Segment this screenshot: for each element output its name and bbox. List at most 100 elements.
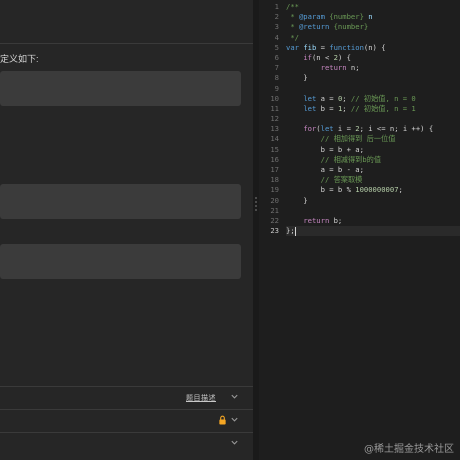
code-token: ; [342, 93, 351, 103]
code-line[interactable]: var fib = function(n) { [286, 43, 460, 53]
code-area[interactable]: /** * @param {number} n * @return {numbe… [286, 2, 460, 237]
code-line[interactable]: return b; [286, 216, 460, 226]
example-code-block [0, 184, 241, 219]
code-line[interactable]: b = b + a; [286, 145, 460, 155]
code-token: * [286, 12, 299, 22]
code-token: a = b - a; [286, 165, 364, 174]
code-token: b = b + a; [286, 144, 364, 154]
code-token: // 相加得到 后一位值 [320, 134, 396, 144]
chevron-down-icon[interactable] [230, 392, 239, 401]
code-token: }; [286, 226, 295, 236]
line-number: 20 [270, 195, 279, 205]
code-token: 1000000007 [355, 185, 399, 195]
code-token: var [286, 42, 299, 52]
line-number: 4 [274, 32, 279, 42]
line-number: 18 [270, 175, 279, 185]
line-number: 7 [274, 63, 279, 73]
code-editor[interactable]: 1 2 3 4 5 6 7 8 9 10 11 12 13 14 15 16 17 18 19 20 21 22 23 /*… [259, 0, 460, 460]
line-number: 9 [274, 83, 279, 93]
code-token: n; [346, 63, 360, 73]
code-token: ; [398, 185, 403, 195]
code-token: } [286, 195, 308, 205]
code-line[interactable]: let a = 0; // 初始值, n = 0 [286, 94, 460, 104]
line-number: 8 [274, 73, 279, 83]
code-token: (n) { [363, 42, 386, 52]
code-token: ; [342, 103, 351, 113]
code-token: // 初始值, n = 0 [350, 93, 416, 103]
code-token: @return [298, 22, 330, 32]
code-line[interactable]: * @return {number} [286, 22, 460, 32]
code-line[interactable]: a = b - a; [286, 165, 460, 175]
code-token: if [303, 52, 312, 62]
line-number: 13 [270, 124, 279, 134]
code-token: // 答案取模 [320, 175, 363, 185]
code-token: ; i <= n; i ++) { [359, 124, 434, 134]
drag-handle-icon[interactable] [254, 195, 258, 217]
chevron-down-icon[interactable] [230, 438, 239, 447]
code-token: @param [298, 12, 325, 22]
code-token: return [320, 63, 347, 73]
code-line[interactable] [286, 206, 460, 216]
code-line[interactable]: } [286, 196, 460, 206]
line-number: 15 [270, 144, 279, 154]
code-line[interactable]: } [286, 73, 460, 83]
code-token: * [286, 22, 299, 32]
line-number: 14 [270, 134, 279, 144]
code-token: // 初始值, n = 1 [350, 103, 416, 113]
line-number: 21 [270, 205, 279, 215]
code-token: {number} [329, 22, 369, 32]
lock-icon [219, 415, 226, 425]
code-line[interactable]: // 相加得到 后一位值 [286, 134, 460, 144]
code-line[interactable]: let b = 1; // 初始值, n = 1 [286, 104, 460, 114]
collapsible-row[interactable] [0, 432, 253, 455]
line-number: 23 [270, 226, 279, 236]
collapsible-row[interactable] [0, 409, 253, 432]
code-line[interactable]: /** [286, 2, 460, 12]
code-token: b; [329, 215, 343, 225]
code-line[interactable]: for(let i = 2; i <= n; i ++) { [286, 124, 460, 134]
line-number-gutter: 1 2 3 4 5 6 7 8 9 10 11 12 13 14 15 16 17 18 19 20 21 22 23 [259, 2, 279, 236]
line-number: 12 [270, 114, 279, 124]
code-token: {number} [324, 12, 369, 22]
line-number: 6 [274, 52, 279, 62]
code-token: let [303, 103, 317, 113]
code-line[interactable]: */ [286, 33, 460, 43]
code-token: b = b % [286, 185, 356, 195]
code-token: let [303, 93, 317, 103]
code-line[interactable] [286, 84, 460, 94]
example-code-block [0, 71, 241, 106]
code-token: n [368, 12, 373, 22]
code-line[interactable] [286, 114, 460, 124]
line-number: 17 [270, 165, 279, 174]
code-line[interactable]: b = b % 1000000007; [286, 185, 460, 195]
code-line[interactable]: if(n < 2) { [286, 53, 460, 63]
line-number: 3 [274, 22, 279, 32]
description-header [0, 0, 253, 44]
line-number: 11 [270, 103, 279, 113]
code-token: */ [286, 32, 299, 42]
code-line[interactable]: return n; [286, 63, 460, 73]
line-number: 2 [274, 12, 279, 22]
example-code-block [0, 244, 241, 279]
code-token: (n < [311, 52, 334, 62]
code-line[interactable]: * @param {number} n [286, 12, 460, 22]
collapsible-row[interactable]: 题目描述 [0, 386, 253, 409]
line-number: 1 [274, 2, 279, 11]
chevron-down-icon[interactable] [230, 415, 239, 424]
code-token: /** [286, 2, 299, 11]
code-token: let [320, 124, 334, 134]
code-line[interactable]: }; [286, 226, 460, 237]
code-line[interactable]: // 相减得到b的值 [286, 155, 460, 165]
code-token: function [329, 42, 364, 52]
row-badge[interactable]: 题目描述 [186, 393, 216, 403]
code-token: // 相减得到b的值 [320, 154, 382, 164]
code-line[interactable]: // 答案取模 [286, 175, 460, 185]
problem-description-pane: 定义如下: 题目描述 [0, 0, 253, 460]
line-number: 10 [270, 93, 279, 103]
